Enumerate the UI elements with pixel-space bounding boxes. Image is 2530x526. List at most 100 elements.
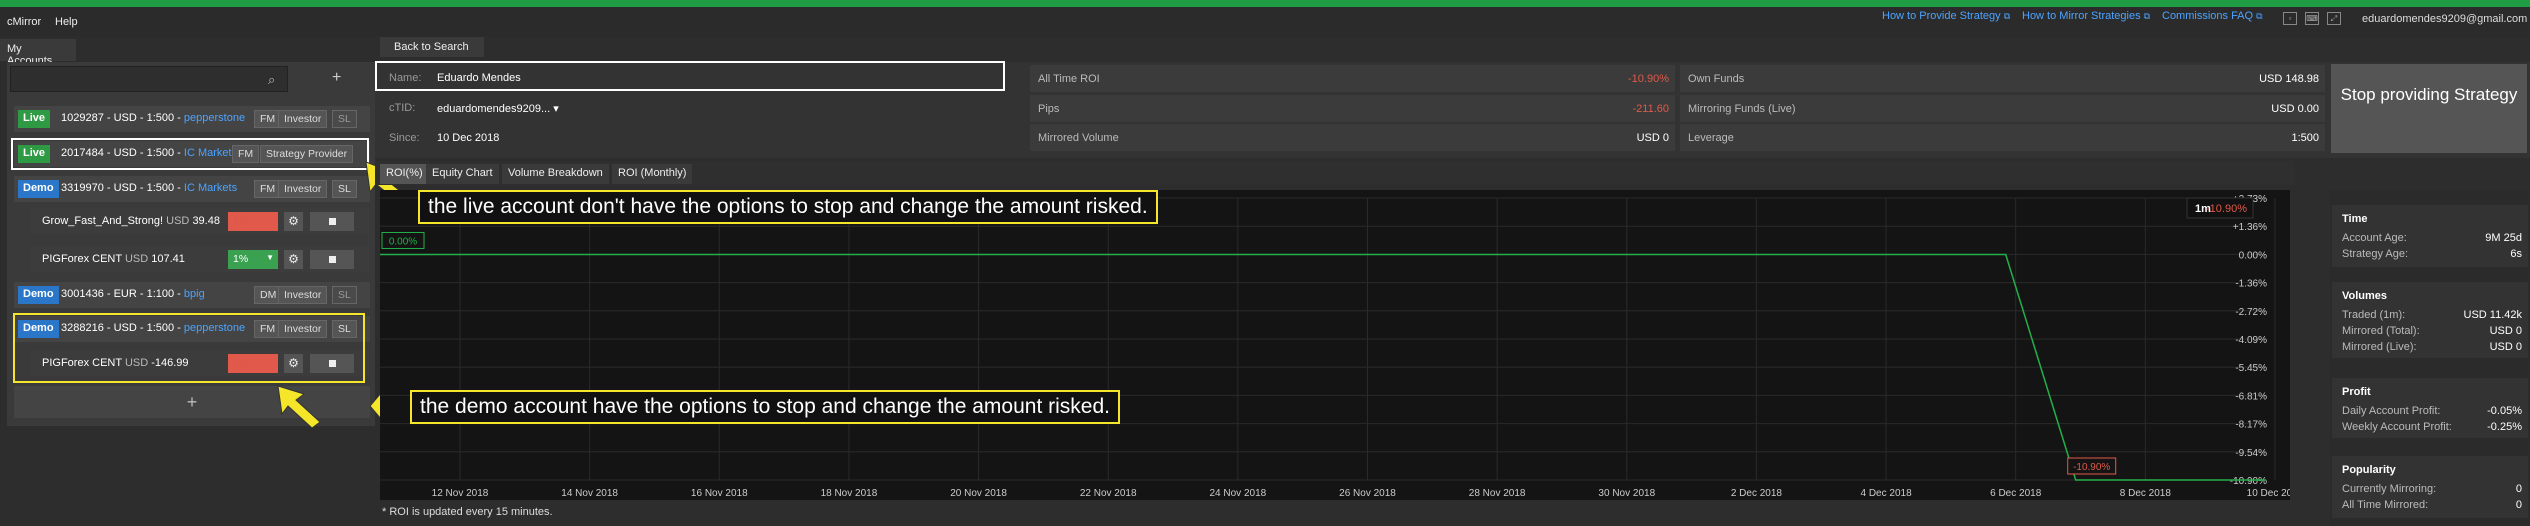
live-badge: Live (18, 110, 51, 128)
investor-button[interactable]: Investor (278, 180, 328, 198)
x-tick-label: 4 Dec 2018 (1860, 488, 1912, 499)
x-tick-label: 24 Nov 2018 (1209, 488, 1266, 499)
tab-equity-chart[interactable]: Equity Chart (426, 164, 499, 184)
y-tick-label: -10.90% (2230, 476, 2267, 487)
window-restore-icon[interactable]: ▫ (2283, 12, 2297, 25)
gear-icon[interactable]: ⚙ (284, 250, 303, 269)
link-how-to-mirror[interactable]: How to Mirror Strategies ⧉ (2022, 10, 2150, 22)
callout-live-account: the live account don't have the options … (418, 190, 1158, 224)
account-row[interactable]: Demo 3001436 - EUR - 1:100 - bpig DM Inv… (14, 282, 370, 308)
stop-providing-strategy-button[interactable]: Stop providing Strategy (2331, 64, 2527, 153)
x-tick-label: 26 Nov 2018 (1339, 488, 1396, 499)
risk-percent-dropdown[interactable]: 1% ▼ (228, 212, 278, 231)
tab-roi[interactable]: ROI(%) (380, 164, 429, 184)
callout-demo-account: the demo account have the options to sto… (410, 390, 1120, 424)
mirrored-strategy-row[interactable]: Grow_Fast_And_Strong! USD 39.48 1% ▼ ⚙ (30, 208, 370, 234)
x-tick-label: 16 Nov 2018 (691, 488, 748, 499)
y-tick-label: -5.45% (2235, 363, 2267, 374)
menu-help[interactable]: Help (55, 16, 78, 28)
stat-mirroring-funds: Mirroring Funds (Live) USD 0.00 (1680, 95, 2325, 122)
tab-my-accounts[interactable]: My Accounts (0, 39, 76, 67)
sl-button[interactable]: SL (332, 110, 357, 128)
stat-pips: Pips -211.60 (1030, 95, 1675, 122)
start-value-label: 0.00% (389, 236, 417, 247)
x-tick-label: 28 Nov 2018 (1469, 488, 1526, 499)
highlight-demo-account (13, 313, 365, 383)
x-tick-label: 22 Nov 2018 (1080, 488, 1137, 499)
profit-section: Profit Daily Account Profit: -0.05% Week… (2332, 378, 2528, 438)
y-tick-label: -1.36% (2235, 279, 2267, 290)
menu-cmirror[interactable]: cMirror (7, 16, 41, 28)
arrow-icon (277, 385, 321, 429)
investor-button[interactable]: Investor (278, 286, 328, 304)
stop-mirroring-button[interactable] (310, 250, 354, 269)
stop-mirroring-button[interactable] (310, 212, 354, 231)
since-label: Since: (389, 132, 420, 144)
x-tick-label: 6 Dec 2018 (1990, 488, 2042, 499)
expand-icon[interactable]: ⤢ (2327, 12, 2341, 25)
roi-chart: +2.73%+1.36%0.00%-1.36%-2.72%-4.09%-5.45… (380, 190, 2304, 500)
volumes-section: Volumes Traded (1m): USD 11.42k Mirrored… (2332, 282, 2528, 358)
x-tick-label: 18 Nov 2018 (821, 488, 878, 499)
stat-all-time-roi: All Time ROI -10.90% (1030, 65, 1675, 92)
x-tick-label: 20 Nov 2018 (950, 488, 1007, 499)
roi-chart-svg: +2.73%+1.36%0.00%-1.36%-2.72%-4.09%-5.45… (380, 194, 2304, 499)
y-tick-label: -9.54% (2235, 448, 2267, 459)
x-tick-label: 10 Dec 2018 (2247, 488, 2290, 499)
stat-leverage: Leverage 1:500 (1680, 124, 2325, 151)
search-icon[interactable]: ⌕ (268, 72, 275, 88)
tab-roi-monthly[interactable]: ROI (Monthly) (612, 164, 693, 184)
risk-percent-dropdown[interactable]: 1% ▼ (228, 250, 278, 269)
period-value: -10.90% (2206, 203, 2247, 215)
stat-own-funds: Own Funds USD 148.98 (1680, 65, 2325, 92)
account-search-input[interactable] (10, 66, 288, 92)
ctid-label: cTID: (389, 102, 416, 114)
time-section: Time Account Age: 9M 25d Strategy Age: 6… (2332, 205, 2528, 267)
investor-button[interactable]: Investor (278, 110, 328, 128)
top-accent-bar (0, 0, 2530, 7)
strategy-name: Grow_Fast_And_Strong! USD 39.48 (42, 215, 220, 227)
name-label: Name: (389, 72, 422, 84)
sl-button[interactable]: SL (332, 180, 357, 198)
keyboard-icon[interactable]: ⌨ (2305, 12, 2319, 25)
demo-badge: Demo (18, 180, 59, 198)
x-tick-label: 2 Dec 2018 (1731, 488, 1783, 499)
external-link-icon: ⧉ (2256, 11, 2263, 21)
account-text: 1029287 - USD - 1:500 - pepperstone (61, 112, 246, 124)
strategy-name: PIGForex CENT USD 107.41 (42, 253, 185, 265)
popularity-section: Popularity Currently Mirroring: 0 All Ti… (2332, 456, 2528, 518)
link-how-to-provide[interactable]: How to Provide Strategy ⧉ (1882, 10, 2010, 22)
y-tick-label: -2.72% (2235, 307, 2267, 318)
since-value: 10 Dec 2018 (437, 132, 500, 144)
x-tick-label: 8 Dec 2018 (2120, 488, 2172, 499)
menu-bar (0, 7, 2530, 37)
roi-footnote: * ROI is updated every 15 minutes. (382, 506, 553, 518)
mirrored-strategy-row[interactable]: PIGForex CENT USD 107.41 1% ▼ ⚙ (30, 246, 370, 272)
y-tick-label: +1.36% (2233, 222, 2267, 233)
user-email[interactable]: eduardomendes9209@gmail.com (2362, 13, 2527, 25)
y-tick-label: -6.81% (2235, 391, 2267, 402)
x-tick-label: 12 Nov 2018 (432, 488, 489, 499)
highlight-live-account (11, 138, 369, 170)
ctid-dropdown[interactable]: eduardomendes9209... ▾ (437, 102, 559, 115)
tab-volume-breakdown[interactable]: Volume Breakdown (502, 164, 609, 184)
end-value-label: -10.90% (2073, 462, 2110, 473)
y-tick-label: -8.17% (2235, 420, 2267, 431)
x-tick-label: 30 Nov 2018 (1598, 488, 1655, 499)
external-link-icon: ⧉ (2003, 11, 2011, 21)
demo-badge: Demo (18, 286, 59, 304)
x-tick-label: 14 Nov 2018 (561, 488, 618, 499)
back-to-search-button[interactable]: Back to Search (380, 37, 484, 57)
add-account-icon[interactable]: + (332, 69, 341, 87)
name-value: Eduardo Mendes (437, 72, 521, 84)
link-commissions-faq[interactable]: Commissions FAQ ⧉ (2162, 10, 2263, 22)
gear-icon[interactable]: ⚙ (284, 212, 303, 231)
account-text: 3001436 - EUR - 1:100 - bpig (61, 288, 205, 300)
account-row[interactable]: Live 1029287 - USD - 1:500 - pepperstone… (14, 106, 370, 132)
account-row[interactable]: Demo 3319970 - USD - 1:500 - IC Markets … (14, 176, 370, 202)
external-link-icon: ⧉ (2143, 11, 2151, 21)
stat-mirrored-volume: Mirrored Volume USD 0 (1030, 124, 1675, 151)
account-text: 3319970 - USD - 1:500 - IC Markets (61, 182, 238, 194)
y-tick-label: 0.00% (2239, 250, 2267, 261)
sl-button[interactable]: SL (332, 286, 357, 304)
